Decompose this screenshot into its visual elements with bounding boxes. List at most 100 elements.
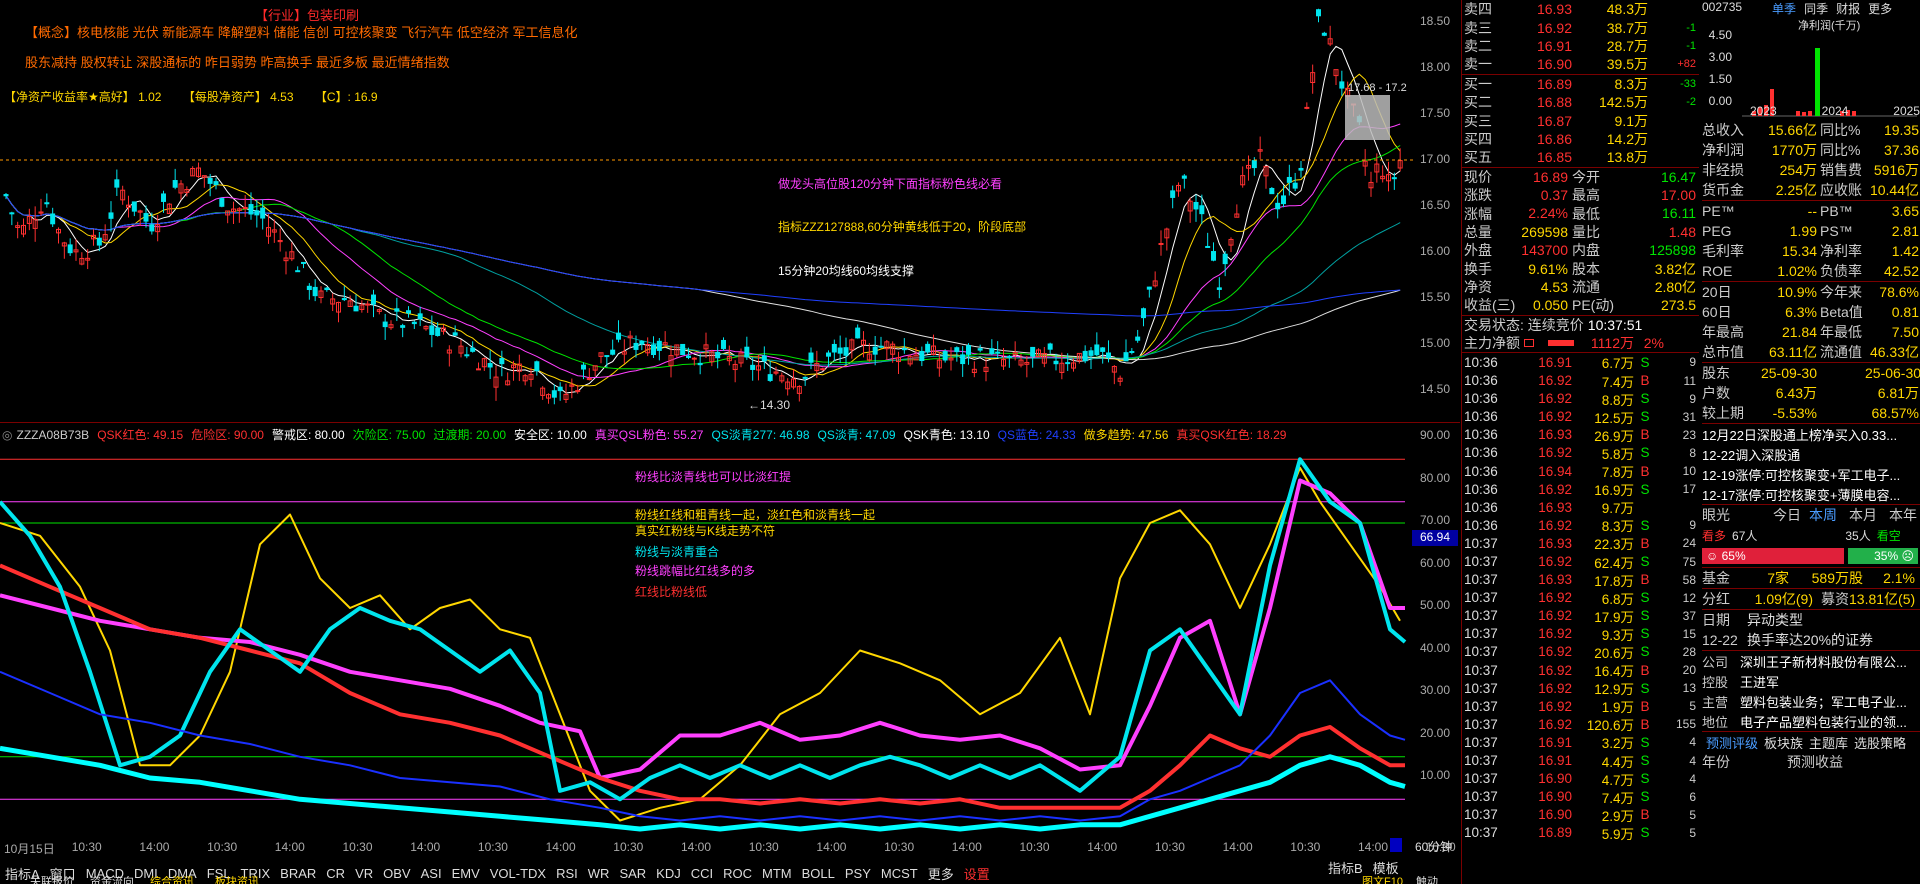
order-row[interactable]: 卖二 16.91 28.7万 -1 [1462, 37, 1699, 55]
tick-row: 10:37 16.91 4.4万 S 4 [1462, 751, 1699, 770]
fund-count: 7家 [1767, 570, 1789, 586]
tick-volume: 8.3万 [1601, 519, 1634, 535]
osc-series-line [0, 745, 1406, 832]
tab-report[interactable]: 财报 [1836, 0, 1860, 16]
order-row[interactable]: 卖四 16.93 48.3万 [1462, 0, 1699, 18]
candle-body [831, 343, 837, 353]
tick-price: 16.92 [1538, 554, 1572, 569]
candle-body [1030, 346, 1036, 357]
tick-side: S [1640, 626, 1650, 642]
stat-value-2: 273.5 [1660, 297, 1696, 314]
vision-week[interactable]: 本周 [1801, 505, 1837, 525]
osc-note: 粉线红线和粗青线一起，淡红色和淡青线一起 [635, 508, 876, 522]
candle-body [172, 180, 178, 188]
profit-tick-1: 4.50 [1708, 28, 1732, 42]
tab-more[interactable]: 更多 [1868, 0, 1892, 16]
bear-count: 35人 [1845, 528, 1871, 543]
candle-body [837, 347, 843, 354]
vision-year[interactable]: 本年 [1877, 505, 1917, 525]
finance-label: 毛利率 [1702, 243, 1744, 259]
finance-value: 15.66亿 [1767, 122, 1817, 138]
footer-link-touch[interactable]: 触动 [1416, 876, 1438, 884]
time-tick: 14:00 [545, 840, 576, 854]
order-row[interactable]: 买三 16.87 9.1万 [1462, 111, 1699, 129]
order-row[interactable]: 卖一 16.90 39.5万 +82 [1462, 55, 1699, 73]
up-icon: ☺ [1706, 549, 1719, 563]
candle-body [954, 347, 960, 353]
vision-bar: ☺ 65% 35% ☹ [1702, 545, 1920, 567]
vision-today[interactable]: 今日 [1757, 505, 1801, 525]
price-axis-tick: 17.00 [1420, 152, 1451, 166]
news-item[interactable]: 12-22调入深股通 [1702, 444, 1920, 464]
stat-row: 现价 16.89 今开 16.47 [1462, 168, 1699, 186]
finance-label: PEG [1702, 223, 1732, 239]
tab-rating[interactable]: 预测评级 [1706, 733, 1758, 752]
tick-volume: 16.9万 [1594, 483, 1634, 499]
candle-body [1141, 308, 1146, 319]
stock-code: 002735 [1702, 0, 1743, 14]
order-price: 16.91 [1536, 37, 1572, 54]
tick-count: 15 [1682, 626, 1696, 641]
fund-row: 基金 7家 589万股 2.1% [1702, 568, 1920, 588]
candle-body [826, 352, 831, 357]
candle-body [616, 332, 621, 340]
candle-body [966, 345, 971, 355]
footer-link-sector[interactable]: 板块资讯 [215, 876, 259, 884]
news-item[interactable]: 12月22日深股通上榜净买入0.33... [1702, 424, 1920, 444]
candle-body [680, 343, 686, 356]
tick-price: 16.92 [1538, 698, 1572, 714]
tick-row: 10:37 16.93 17.8万 B 58 [1462, 571, 1699, 589]
candle-body [1088, 350, 1094, 356]
finance-value-2: 2.81 [1891, 223, 1919, 239]
company-value: 电子产品塑料包装行业的领... [1740, 714, 1907, 730]
concept-tags-2: 股东减持 股权转让 深股通标的 昨日弱势 昨高换手 最近多板 最近情绪指数 [25, 55, 450, 70]
finance-row: 货币金 2.25亿 应收账 10.44亿 [1702, 180, 1920, 200]
stat-label-2: 今开 [1572, 168, 1600, 185]
news-item[interactable]: 12-17涨停:可控核聚变+薄膜电容... [1702, 484, 1920, 504]
news-item[interactable]: 12-19涨停:可控核聚变+军工电子... [1702, 464, 1920, 484]
finance-row: 净利润 1770万 同比% 37.36 [1702, 140, 1920, 160]
stat-label: 换手 [1464, 260, 1492, 277]
company-label: 控股 [1702, 674, 1729, 690]
tab-single-quarter[interactable]: 单季 [1772, 0, 1796, 16]
tick-time: 10:37 [1464, 716, 1498, 732]
fundamental-line: 【净资产收益率★高好】 1.02 【每股净资产】 4.53 【C】: 16.9 [4, 88, 378, 105]
order-row[interactable]: 买四 16.86 14.2万 [1462, 130, 1699, 148]
tab-theme[interactable]: 主题库 [1809, 733, 1848, 752]
indicator-b-tab[interactable]: 指标B 模板 [1328, 858, 1399, 877]
order-row[interactable]: 买五 16.85 13.8万 [1462, 148, 1699, 166]
tick-volume: 7.4万 [1601, 790, 1634, 806]
footer-link-quote[interactable]: 关联报价 [30, 876, 74, 884]
stat-label-2: 内盘 [1572, 242, 1600, 259]
candle-body [557, 386, 563, 392]
tick-side: S [1640, 391, 1650, 407]
finance-value-2: 0.81 [1891, 304, 1919, 320]
vision-month[interactable]: 本月 [1837, 505, 1877, 525]
tab-same-quarter[interactable]: 同季 [1804, 0, 1828, 16]
order-row[interactable]: 卖三 16.92 38.7万 -1 [1462, 18, 1699, 36]
time-tick: 14:00 [274, 840, 305, 854]
tick-price: 16.93 [1538, 499, 1572, 515]
tick-row: 10:37 16.89 5.9万 S 5 [1462, 824, 1699, 842]
tab-sector[interactable]: 板块族 [1764, 733, 1803, 752]
candle-body [744, 346, 750, 358]
tick-row: 10:37 16.92 16.4万 B 20 [1462, 661, 1699, 680]
candle-body [872, 346, 878, 355]
period-label[interactable]: 60分钟 [1415, 838, 1452, 855]
footer-link-f10[interactable]: 图文F10 [1362, 876, 1403, 884]
quote-stats: 现价 16.89 今开 16.47 涨跌 0.37 最高 17.00 涨幅 2.24% 最低 16.1… [1462, 168, 1699, 315]
order-row[interactable]: 买一 16.89 8.3万 -33 [1462, 75, 1699, 93]
footer-link-flow[interactable]: 资金流向 [90, 876, 134, 884]
order-level: 买四 [1464, 130, 1492, 147]
vision-row: 眼光 今日 本周 本月 本年 [1702, 505, 1920, 525]
candle-body [50, 213, 56, 225]
annotation-2: 指标ZZZ127888,60分钟黄线低于20，阶段底部 [778, 220, 1027, 234]
footer-link-news[interactable]: 综合资讯 [150, 876, 194, 884]
order-row[interactable]: 买二 16.88 142.5万 -2 [1462, 93, 1699, 111]
finance-rows-3: 20日 10.9% 今年来 78.6% 60日 6.3% Beta值 0.81 年最高 21.84… [1702, 282, 1920, 362]
scroll-handle[interactable] [1390, 838, 1402, 852]
tab-strategy[interactable]: 选股策略 [1854, 733, 1906, 752]
date-row[interactable]: 12-22 换手率达20%的证券 [1702, 630, 1920, 650]
profit-years: 2023 2024 2025 [1750, 104, 1920, 118]
stat-label: 收益(三) [1464, 297, 1516, 314]
